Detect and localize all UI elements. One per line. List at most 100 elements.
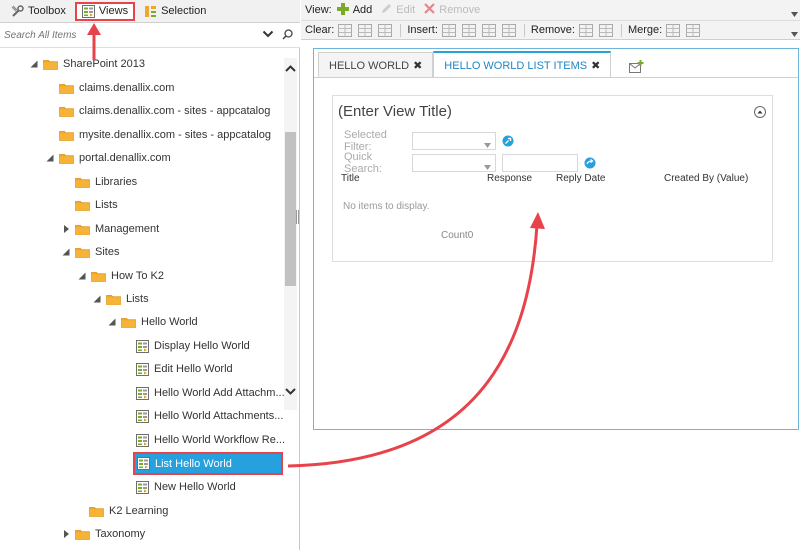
folder-icon	[75, 176, 90, 188]
merge-cells-icon[interactable]	[666, 24, 680, 37]
tab-selection[interactable]: Selection	[139, 2, 211, 21]
chevron-down-icon[interactable]	[284, 385, 297, 397]
selected-filter-label: Selected Filter:	[344, 129, 387, 153]
column-title[interactable]: Title	[341, 173, 360, 184]
add-button-label: Add	[352, 4, 373, 16]
list-view-form: (Enter View Title) Selected Filter: Quic…	[332, 95, 773, 262]
insert-row-below-icon[interactable]	[462, 24, 476, 37]
tree-view-add-attachment[interactable]: Hello World Add Attachm...	[136, 383, 285, 403]
remove-button[interactable]: Remove	[423, 2, 480, 18]
merge-label: Merge:	[627, 24, 663, 36]
tab-hello-world-list-items[interactable]: HELLO WORLD LIST ITEMS ✖	[433, 51, 612, 78]
empty-message: No items to display.	[343, 201, 430, 212]
expanded-icon[interactable]	[45, 153, 55, 163]
tree-node-label: Hello World	[141, 316, 198, 328]
collapsed-icon[interactable]	[61, 529, 71, 539]
view-toolbar: View: Add Edit Remove	[301, 0, 800, 21]
left-panel: Toolbox Views Selection SharePoint 2013	[0, 0, 300, 550]
tree-node-taxonomy[interactable]: Taxonomy	[61, 524, 145, 544]
tree-scrollbar[interactable]	[284, 58, 297, 410]
tree-node-label: Libraries	[95, 176, 138, 188]
go-arrow-icon[interactable]	[584, 157, 596, 169]
search-input[interactable]	[4, 26, 259, 44]
tree-view-edit[interactable]: Edit Hello World	[136, 359, 233, 379]
collapse-icon[interactable]	[754, 106, 766, 118]
quick-search-input[interactable]	[502, 154, 578, 172]
tree-view-workflow[interactable]: Hello World Workflow Re...	[136, 430, 285, 450]
caret-down-icon[interactable]	[791, 28, 798, 37]
column-response[interactable]: Response	[487, 173, 532, 184]
remove-row-icon[interactable]	[579, 24, 593, 37]
caret-down-icon[interactable]	[791, 8, 798, 17]
tree-node-mysite-appcatalog[interactable]: mysite.denallix.com - sites - appcatalog	[59, 125, 271, 145]
tree-node-hello-world[interactable]: Hello World	[107, 312, 198, 332]
expanded-icon[interactable]	[29, 59, 39, 69]
tree-view-new[interactable]: New Hello World	[136, 477, 236, 497]
quick-search-row: Quick Search:	[344, 151, 596, 175]
clear-table-icon[interactable]	[338, 24, 352, 37]
column-created-by[interactable]: Created By (Value)	[664, 173, 748, 184]
remove-column-icon[interactable]	[599, 24, 613, 37]
tree-node-lists[interactable]: Lists	[75, 195, 118, 215]
tab-toolbox[interactable]: Toolbox	[6, 2, 71, 21]
tree-view-list-hello-world[interactable]: List Hello World	[133, 452, 283, 475]
view-icon	[136, 434, 149, 447]
tree-node-claims[interactable]: claims.denallix.com	[59, 78, 174, 98]
view-title[interactable]: (Enter View Title)	[338, 103, 452, 120]
tree-node-sites[interactable]: Sites	[61, 242, 119, 262]
collapsed-icon[interactable]	[61, 224, 71, 234]
view-icon	[136, 363, 149, 376]
tree-node-how-to-k2[interactable]: How To K2	[77, 266, 164, 286]
plus-icon	[336, 2, 350, 19]
tab-selection-label: Selection	[161, 5, 207, 17]
tree-node-management[interactable]: Management	[61, 219, 159, 239]
chevron-up-icon[interactable]	[284, 63, 297, 75]
tree-node-label: SharePoint 2013	[63, 58, 145, 70]
clear-column-icon[interactable]	[378, 24, 392, 37]
tab-hello-world[interactable]: HELLO WORLD ✖	[318, 52, 434, 78]
layout-toolbar: Clear: Insert: Remove: Merge:	[301, 21, 800, 40]
count-value: 0	[467, 230, 474, 241]
view-toolbar-label: View:	[305, 4, 332, 16]
add-button[interactable]: Add	[336, 2, 373, 19]
tree-node-sub-lists[interactable]: Lists	[92, 289, 149, 309]
selected-filter-dropdown[interactable]	[412, 132, 496, 150]
quick-search-dropdown[interactable]	[412, 154, 496, 172]
tools-icon	[11, 4, 24, 18]
tab-divider	[314, 77, 798, 78]
insert-column-right-icon[interactable]	[502, 24, 516, 37]
caret-down-icon	[484, 161, 491, 170]
search-icon[interactable]	[282, 29, 293, 40]
expanded-icon[interactable]	[77, 271, 87, 281]
column-reply-date[interactable]: Reply Date	[556, 173, 605, 184]
tree-node-libraries[interactable]: Libraries	[75, 172, 137, 192]
tree-node-label: Hello World Attachments...	[154, 410, 284, 422]
expanded-icon[interactable]	[92, 294, 102, 304]
clear-label: Clear:	[305, 24, 335, 36]
insert-row-above-icon[interactable]	[442, 24, 456, 37]
split-cells-icon[interactable]	[686, 24, 700, 37]
close-icon[interactable]: ✖	[591, 59, 600, 72]
filter-settings-icon[interactable]	[502, 135, 514, 147]
tree-node-portal[interactable]: portal.denallix.com	[45, 148, 171, 168]
new-tab-icon[interactable]	[629, 60, 644, 73]
scrollbar-thumb[interactable]	[285, 132, 296, 286]
tree-node-k2-learning[interactable]: K2 Learning	[89, 501, 168, 521]
tab-views-label: Views	[98, 5, 129, 17]
tree-node-label: New Hello World	[154, 481, 236, 493]
tree-node-sharepoint[interactable]: SharePoint 2013	[29, 54, 145, 74]
clear-row-icon[interactable]	[358, 24, 372, 37]
tree-node-label: Sites	[95, 246, 120, 258]
expanded-icon[interactable]	[107, 317, 117, 327]
panel-splitter-handle[interactable]	[296, 210, 299, 224]
tree-view-attachments[interactable]: Hello World Attachments...	[136, 406, 283, 426]
expanded-icon[interactable]	[61, 247, 71, 257]
chevron-down-icon[interactable]	[262, 28, 274, 40]
tab-views[interactable]: Views	[74, 1, 136, 21]
insert-column-left-icon[interactable]	[482, 24, 496, 37]
tree-node-label: Management	[95, 223, 160, 235]
tree-view-display[interactable]: Display Hello World	[136, 336, 250, 356]
close-icon[interactable]: ✖	[413, 59, 422, 72]
edit-button[interactable]: Edit	[380, 2, 415, 18]
tree-node-claims-appcatalog[interactable]: claims.denallix.com - sites - appcatalog	[59, 101, 270, 121]
